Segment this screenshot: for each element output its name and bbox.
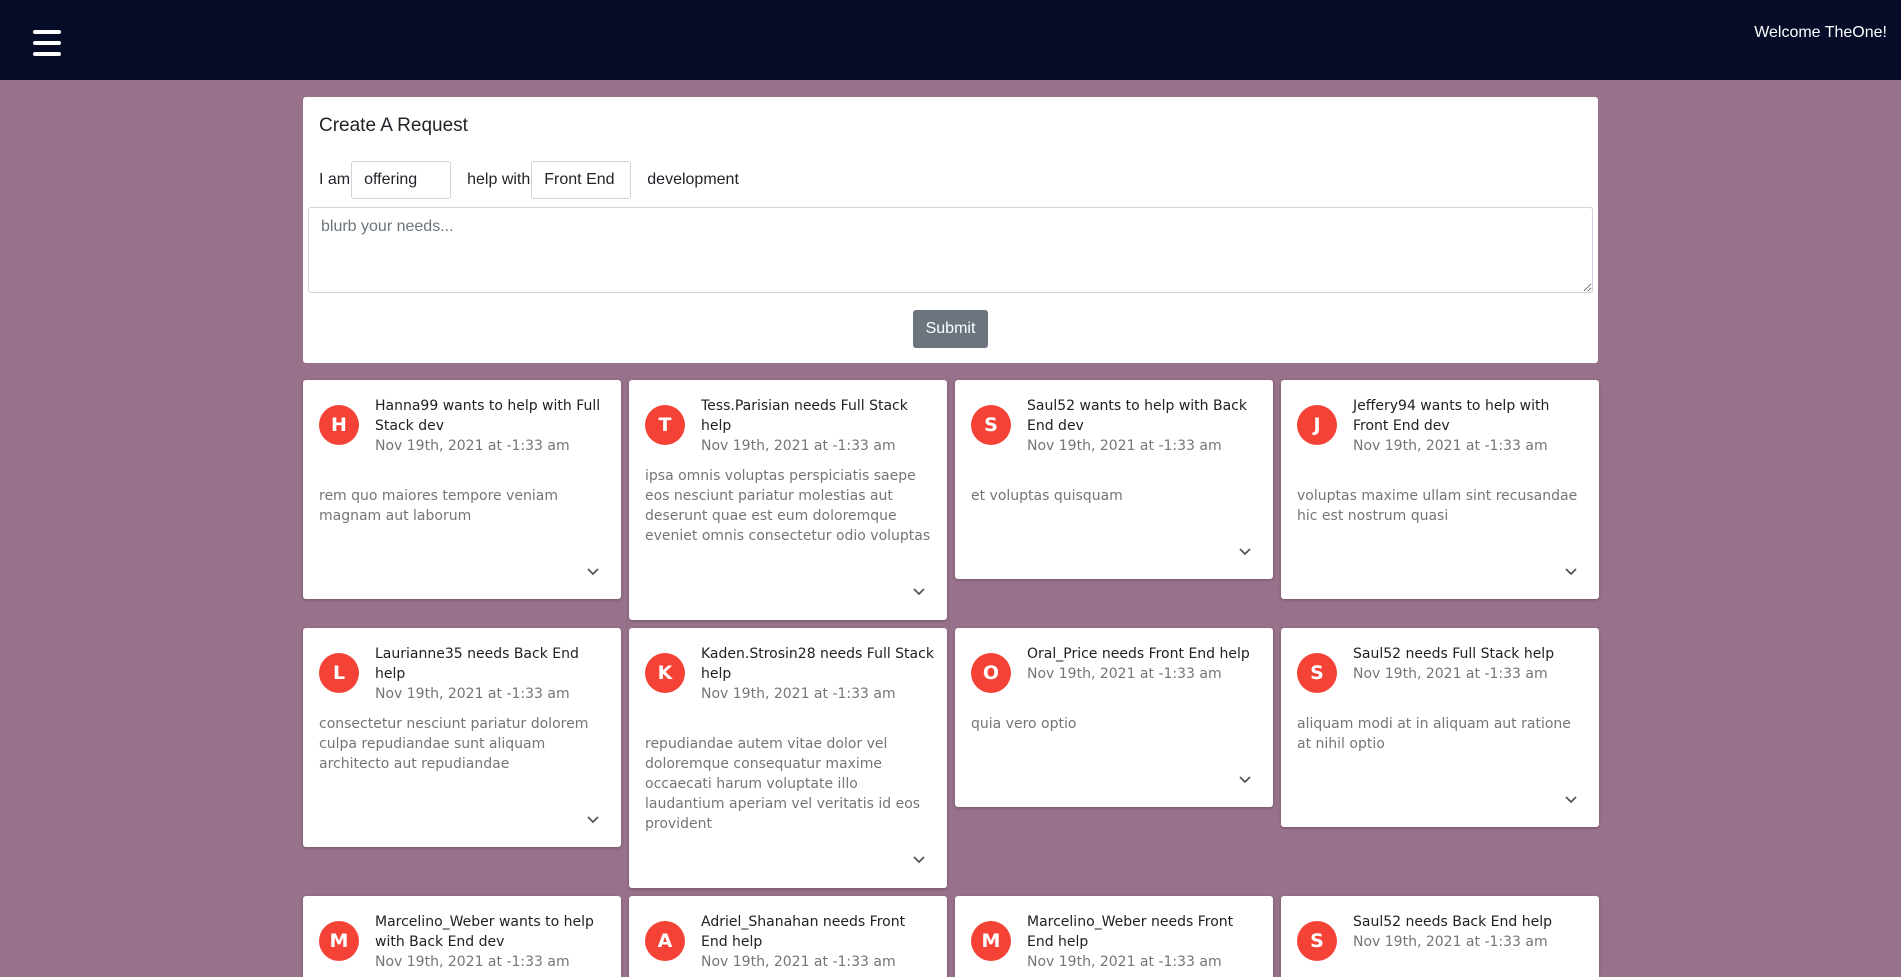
request-card: T Tess.Parisian needs Full Stack help No… bbox=[629, 380, 947, 620]
avatar: S bbox=[1297, 653, 1337, 693]
avatar: O bbox=[971, 653, 1011, 693]
request-date: Nov 19th, 2021 at -1:33 am bbox=[1353, 934, 1548, 950]
request-body: ipsa omnis voluptas perspiciatis saepe e… bbox=[645, 468, 931, 544]
request-header: Adriel_Shanahan needs Front End help Nov… bbox=[701, 912, 936, 972]
request-body: et voluptas quisquam bbox=[971, 488, 1123, 504]
request-header: Jeffery94 wants to help with Front End d… bbox=[1353, 396, 1588, 456]
request-card: S Saul52 needs Full Stack help Nov 19th,… bbox=[1281, 628, 1599, 827]
chevron-down-icon[interactable] bbox=[1237, 543, 1253, 559]
chevron-down-icon[interactable] bbox=[1563, 563, 1579, 579]
avatar: S bbox=[1297, 921, 1337, 961]
avatar: K bbox=[645, 653, 685, 693]
request-card: S Saul52 wants to help with Back End dev… bbox=[955, 380, 1273, 579]
create-request-title: Create A Request bbox=[319, 115, 468, 136]
avatar: T bbox=[645, 405, 685, 445]
avatar: M bbox=[971, 921, 1011, 961]
chevron-down-icon[interactable] bbox=[585, 811, 601, 827]
help-with-label: help with bbox=[467, 171, 531, 188]
request-card: K Kaden.Strosin28 needs Full Stack help … bbox=[629, 628, 947, 888]
request-title: Saul52 wants to help with Back End dev bbox=[1027, 398, 1247, 434]
request-title: Marcelino_Weber needs Front End help bbox=[1027, 914, 1234, 950]
top-navbar: Welcome TheOne! bbox=[0, 0, 1901, 80]
request-title: Tess.Parisian needs Full Stack help bbox=[701, 398, 908, 434]
request-body: rem quo maiores tempore veniam magnam au… bbox=[319, 488, 558, 524]
avatar: M bbox=[319, 921, 359, 961]
request-date: Nov 19th, 2021 at -1:33 am bbox=[1027, 954, 1222, 970]
request-card: L Laurianne35 needs Back End help Nov 19… bbox=[303, 628, 621, 847]
request-card: J Jeffery94 wants to help with Front End… bbox=[1281, 380, 1599, 599]
request-card: A Adriel_Shanahan needs Front End help N… bbox=[629, 896, 947, 977]
chevron-down-icon[interactable] bbox=[1563, 791, 1579, 807]
request-title: Laurianne35 needs Back End help bbox=[375, 646, 579, 682]
avatar: A bbox=[645, 921, 685, 961]
request-date: Nov 19th, 2021 at -1:33 am bbox=[375, 954, 570, 970]
request-date: Nov 19th, 2021 at -1:33 am bbox=[701, 686, 896, 702]
request-title: Saul52 needs Back End help bbox=[1353, 914, 1552, 930]
development-label: development bbox=[647, 171, 739, 188]
request-header: Marcelino_Weber wants to help with Back … bbox=[375, 912, 610, 972]
request-body: aliquam modi at in aliquam aut ratione a… bbox=[1297, 716, 1571, 752]
request-card: M Marcelino_Weber needs Front End help N… bbox=[955, 896, 1273, 977]
request-body: consectetur nesciunt pariatur dolorem cu… bbox=[319, 716, 589, 772]
request-header: Marcelino_Weber needs Front End help Nov… bbox=[1027, 912, 1262, 972]
request-date: Nov 19th, 2021 at -1:33 am bbox=[1353, 666, 1548, 682]
request-body: quia vero optio bbox=[971, 716, 1077, 732]
request-date: Nov 19th, 2021 at -1:33 am bbox=[701, 438, 896, 454]
request-header: Saul52 needs Back End help Nov 19th, 202… bbox=[1353, 912, 1588, 952]
mode-select[interactable]: offering bbox=[351, 161, 452, 199]
request-title: Hanna99 wants to help with Full Stack de… bbox=[375, 398, 601, 434]
chevron-down-icon[interactable] bbox=[911, 583, 927, 599]
request-header: Saul52 needs Full Stack help Nov 19th, 2… bbox=[1353, 644, 1588, 684]
request-title: Oral_Price needs Front End help bbox=[1027, 646, 1250, 662]
request-header: Tess.Parisian needs Full Stack help Nov … bbox=[701, 396, 936, 456]
request-header: Kaden.Strosin28 needs Full Stack help No… bbox=[701, 644, 936, 704]
avatar: J bbox=[1297, 405, 1337, 445]
request-card: H Hanna99 wants to help with Full Stack … bbox=[303, 380, 621, 599]
request-date: Nov 19th, 2021 at -1:33 am bbox=[701, 954, 896, 970]
request-header: Oral_Price needs Front End help Nov 19th… bbox=[1027, 644, 1262, 684]
request-title: Saul52 needs Full Stack help bbox=[1353, 646, 1555, 662]
request-card: O Oral_Price needs Front End help Nov 19… bbox=[955, 628, 1273, 807]
chevron-down-icon[interactable] bbox=[911, 851, 927, 867]
create-request-card: Create A Request I am offering help with… bbox=[303, 97, 1598, 363]
request-header: Saul52 wants to help with Back End dev N… bbox=[1027, 396, 1262, 456]
chevron-down-icon[interactable] bbox=[1237, 771, 1253, 787]
request-date: Nov 19th, 2021 at -1:33 am bbox=[1353, 438, 1548, 454]
avatar: H bbox=[319, 405, 359, 445]
request-date: Nov 19th, 2021 at -1:33 am bbox=[375, 438, 570, 454]
i-am-label: I am bbox=[319, 171, 351, 188]
request-header: Laurianne35 needs Back End help Nov 19th… bbox=[375, 644, 610, 704]
request-date: Nov 19th, 2021 at -1:33 am bbox=[1027, 666, 1222, 682]
request-title: Adriel_Shanahan needs Front End help bbox=[701, 914, 906, 950]
request-header: Hanna99 wants to help with Full Stack de… bbox=[375, 396, 610, 456]
request-type-row: I am offering help with Front End develo… bbox=[319, 161, 739, 199]
request-card: M Marcelino_Weber wants to help with Bac… bbox=[303, 896, 621, 977]
request-body: repudiandae autem vitae dolor vel dolore… bbox=[645, 736, 921, 832]
request-card: S Saul52 needs Back End help Nov 19th, 2… bbox=[1281, 896, 1599, 977]
avatar: S bbox=[971, 405, 1011, 445]
submit-button[interactable]: Submit bbox=[913, 310, 988, 348]
blurb-input[interactable] bbox=[308, 207, 1593, 293]
welcome-message: Welcome TheOne! bbox=[1754, 24, 1887, 41]
menu-icon[interactable] bbox=[33, 30, 61, 56]
request-date: Nov 19th, 2021 at -1:33 am bbox=[1027, 438, 1222, 454]
request-title: Marcelino_Weber wants to help with Back … bbox=[375, 914, 594, 950]
request-title: Kaden.Strosin28 needs Full Stack help bbox=[701, 646, 934, 682]
request-title: Jeffery94 wants to help with Front End d… bbox=[1353, 398, 1550, 434]
chevron-down-icon[interactable] bbox=[585, 563, 601, 579]
request-body: voluptas maxime ullam sint recusandae hi… bbox=[1297, 488, 1578, 524]
request-date: Nov 19th, 2021 at -1:33 am bbox=[375, 686, 570, 702]
avatar: L bbox=[319, 653, 359, 693]
area-select[interactable]: Front End bbox=[531, 161, 632, 199]
